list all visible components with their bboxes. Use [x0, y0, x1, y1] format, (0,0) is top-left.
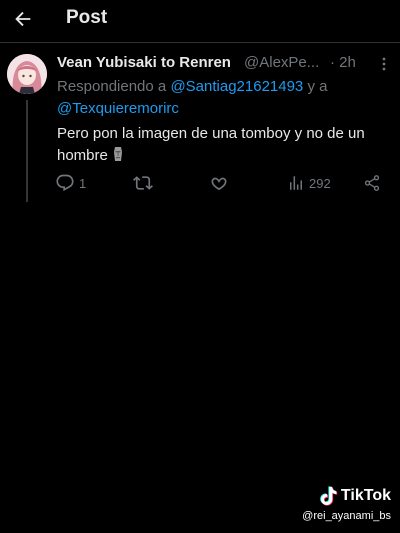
views-button[interactable]: 292 — [287, 172, 331, 194]
like-button[interactable] — [209, 172, 233, 194]
views-count: 292 — [309, 175, 331, 191]
more-options-button[interactable] — [377, 56, 391, 72]
mention-link-2[interactable]: @Texquieremorirc — [57, 100, 179, 117]
reply-prefix: Respondiendo a — [57, 78, 167, 95]
reply-button[interactable]: 1 — [55, 172, 86, 194]
avatar-image — [7, 54, 47, 94]
action-bar: 1 292 — [55, 172, 385, 194]
arrow-left-icon — [15, 11, 31, 27]
avatar[interactable] — [7, 54, 47, 94]
tweet-header: Vean Yubisaki to Renren @AlexPe... · 2h — [57, 54, 391, 74]
separator-dot: · — [330, 54, 335, 71]
back-button[interactable] — [8, 4, 38, 34]
page-title: Post — [66, 7, 108, 28]
author-name[interactable]: Vean Yubisaki to Renren — [57, 54, 231, 71]
moai-icon — [114, 147, 123, 161]
retweet-button[interactable] — [133, 172, 157, 194]
tweet-text: Pero pon la imagen de una tomboy y no de… — [57, 125, 365, 164]
reply-context: Respondiendo a @Santiag21621493 y a @Tex… — [57, 76, 387, 120]
author-handle[interactable]: @AlexPe... — [244, 54, 322, 71]
heart-icon — [211, 177, 227, 191]
header-divider — [0, 42, 400, 43]
tweet-body: Pero pon la imagen de una tomboy y no de… — [57, 123, 392, 167]
thread-line — [26, 100, 28, 202]
tiktok-username: @rei_ayanami_bs — [302, 510, 391, 522]
timestamp[interactable]: · 2h — [330, 54, 356, 71]
time-label: 2h — [339, 54, 356, 71]
reply-count: 1 — [79, 175, 87, 191]
reply-icon — [56, 174, 74, 192]
share-button[interactable] — [363, 172, 381, 194]
tiktok-brand: TikTok — [340, 487, 391, 504]
tiktok-logo-icon — [320, 486, 338, 506]
reply-joiner: y a — [307, 78, 328, 95]
views-chart-icon — [290, 176, 302, 190]
top-bar: Post — [0, 0, 400, 40]
tiktok-watermark: TikTok @rei_ayanami_bs — [281, 486, 391, 522]
more-vertical-icon — [382, 57, 386, 71]
retweet-icon — [133, 176, 153, 190]
mention-link-1[interactable]: @Santiag21621493 — [170, 78, 303, 95]
share-icon — [364, 175, 380, 191]
